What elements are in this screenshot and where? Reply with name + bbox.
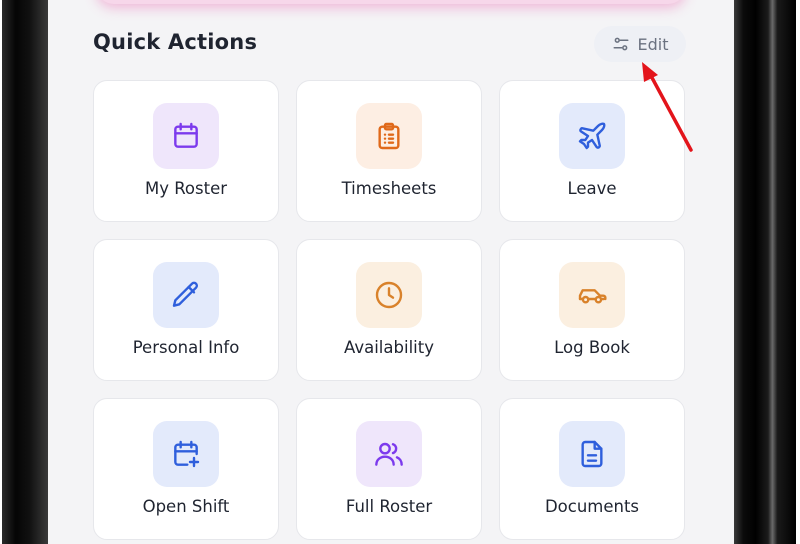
car-icon — [578, 289, 607, 304]
tile-label: Full Roster — [345, 497, 433, 516]
tile-label: Leave — [567, 179, 617, 198]
quick-actions-grid: My Roster Timesheets Leave Personal Info… — [93, 80, 685, 540]
tile-label: Log Book — [554, 338, 630, 357]
phone-bezel-left — [2, 0, 48, 544]
tile-availability[interactable]: Availability — [296, 239, 482, 381]
tile-label: My Roster — [144, 179, 228, 198]
top-banner-edge — [96, 0, 686, 4]
clipboard-icon — [378, 122, 400, 150]
users-icon — [375, 442, 403, 466]
tile-icon-bg — [153, 262, 219, 328]
tile-timesheets[interactable]: Timesheets — [296, 80, 482, 222]
tile-icon-bg — [559, 262, 625, 328]
calendar-icon — [174, 122, 198, 148]
tile-log-book[interactable]: Log Book — [499, 239, 685, 381]
phone-screen: Quick Actions Edit My Roster Timesheets … — [48, 0, 734, 544]
tile-label: Personal Info — [132, 338, 240, 357]
tile-label: Documents — [544, 497, 640, 516]
tile-icon-bg — [559, 103, 625, 169]
tile-personal-info[interactable]: Personal Info — [93, 239, 279, 381]
clock-icon — [375, 281, 403, 309]
tile-icon-bg — [356, 103, 422, 169]
airplane-icon — [578, 122, 606, 150]
phone-bezel-right — [734, 0, 796, 544]
edit-button-label: Edit — [637, 34, 669, 54]
sliders-icon — [613, 37, 628, 51]
document-icon — [581, 440, 603, 468]
edit-button[interactable]: Edit — [594, 26, 686, 62]
tile-leave[interactable]: Leave — [499, 80, 685, 222]
tile-icon-bg — [356, 421, 422, 487]
section-title: Quick Actions — [93, 30, 258, 54]
tile-full-roster[interactable]: Full Roster — [296, 398, 482, 540]
tile-icon-bg — [153, 421, 219, 487]
tile-icon-bg — [559, 421, 625, 487]
pencil-icon — [172, 281, 199, 307]
tile-documents[interactable]: Documents — [499, 398, 685, 540]
tile-icon-bg — [356, 262, 422, 328]
calendar-plus-icon — [174, 440, 200, 468]
tile-label: Timesheets — [341, 179, 437, 198]
tile-my-roster[interactable]: My Roster — [93, 80, 279, 222]
tile-icon-bg — [153, 103, 219, 169]
tile-label: Open Shift — [142, 497, 230, 516]
device-frame: Quick Actions Edit My Roster Timesheets … — [0, 0, 800, 544]
tile-open-shift[interactable]: Open Shift — [93, 398, 279, 540]
tile-label: Availability — [344, 338, 434, 357]
